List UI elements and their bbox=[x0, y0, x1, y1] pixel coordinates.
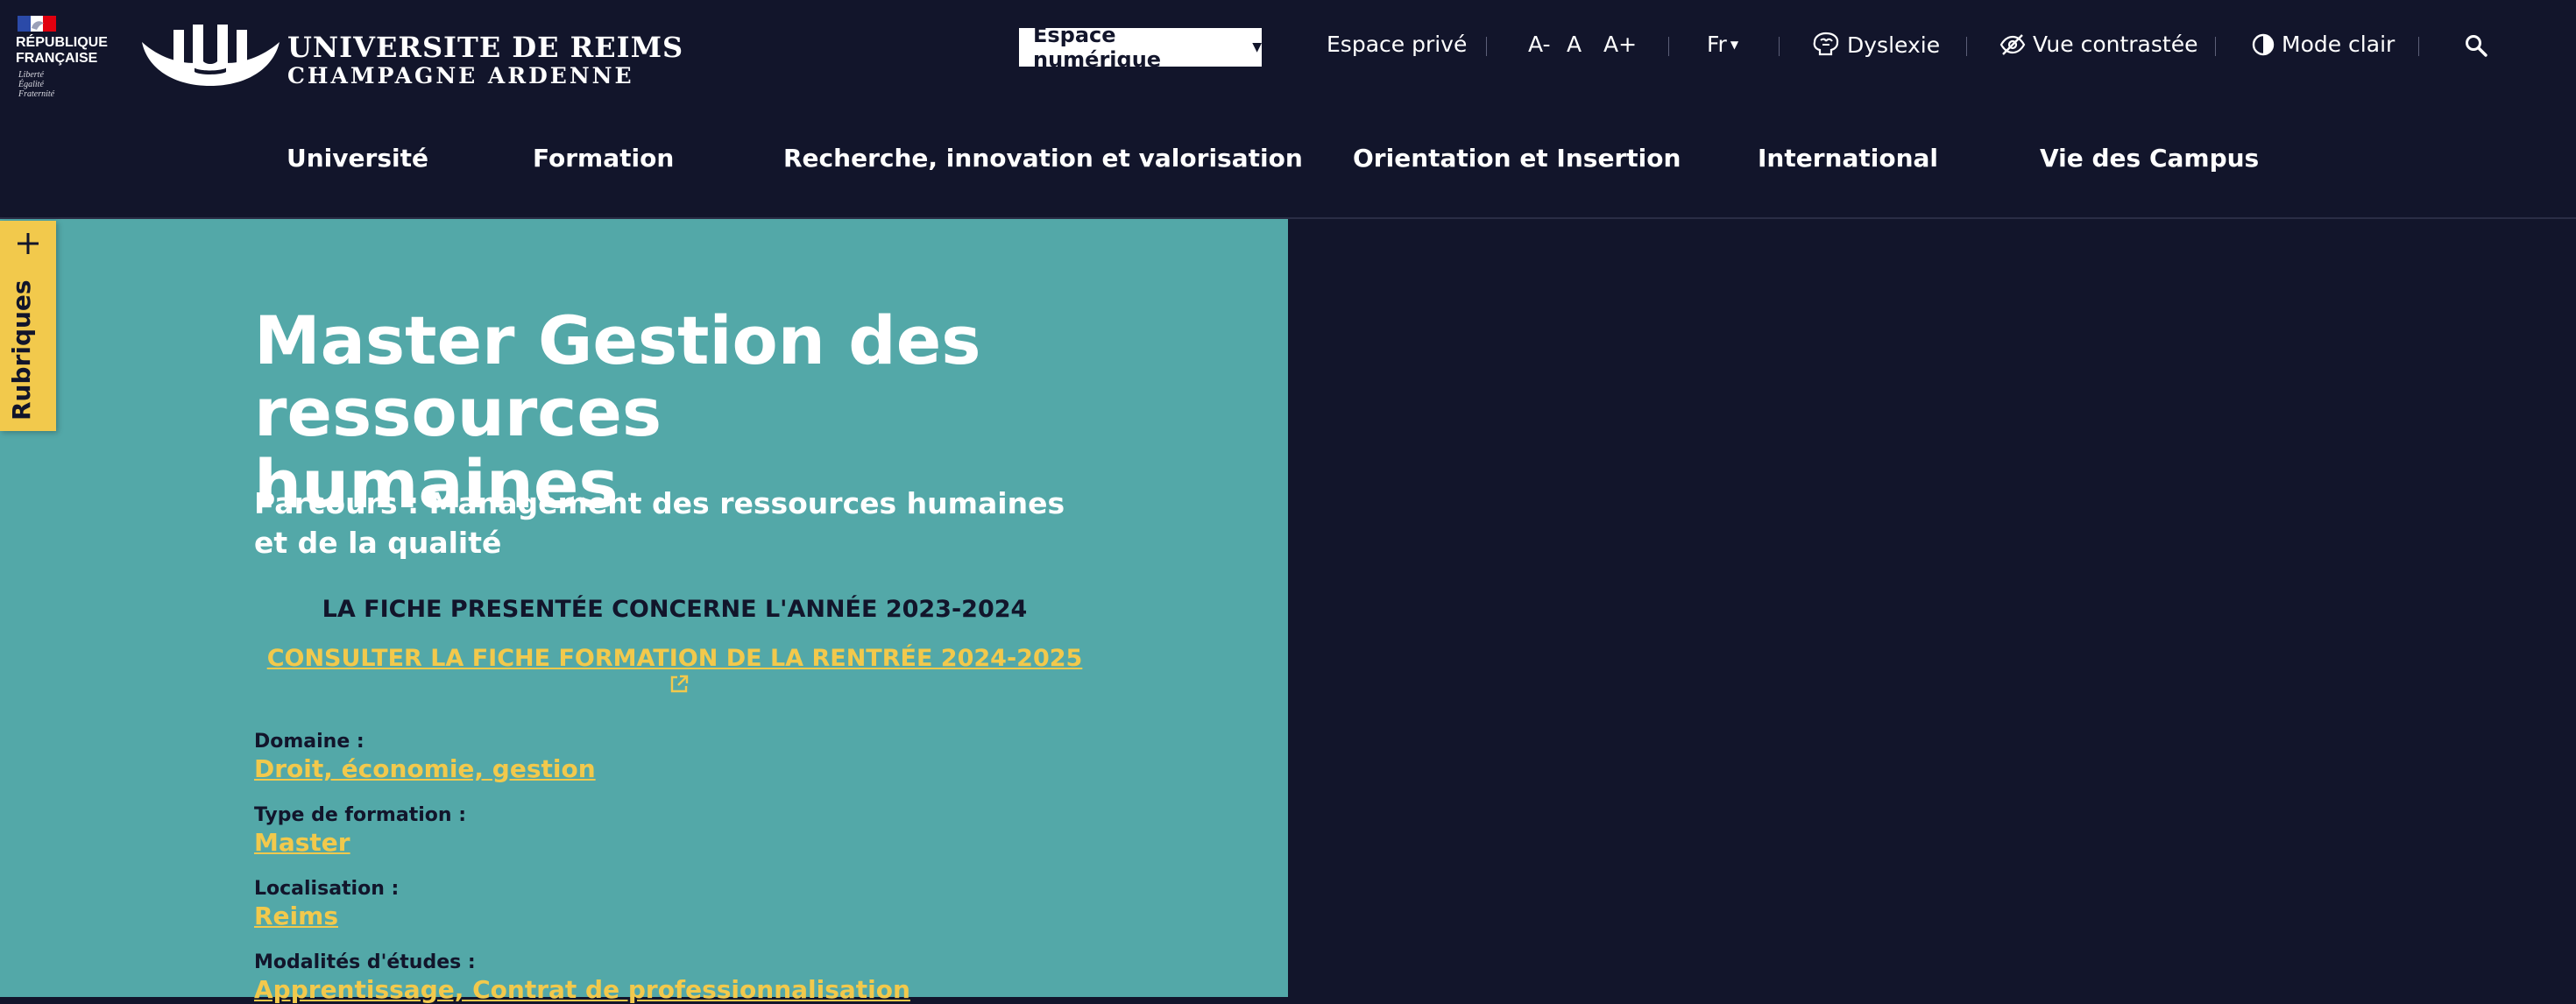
toolbar-divider bbox=[1779, 37, 1780, 56]
chevron-down-icon: ▼ bbox=[1730, 38, 1739, 51]
mode-clair-toggle[interactable]: Mode clair bbox=[2252, 32, 2395, 57]
university-logo-icon[interactable] bbox=[138, 23, 283, 89]
field-label-modalites: Modalités d'études : bbox=[254, 951, 476, 973]
toolbar-divider bbox=[1668, 37, 1669, 56]
vue-contrastee-toggle[interactable]: Vue contrastée bbox=[1999, 32, 2197, 57]
fiche-rentree-link-label: CONSULTER LA FICHE FORMATION DE LA RENTR… bbox=[266, 645, 1083, 672]
dyslexie-label: Dyslexie bbox=[1847, 32, 1941, 58]
nav-item-recherche[interactable]: Recherche, innovation et valorisation bbox=[783, 144, 1303, 173]
field-value-type-formation[interactable]: Master bbox=[254, 828, 350, 857]
chevron-down-icon: ▼ bbox=[1252, 40, 1262, 54]
search-icon bbox=[2466, 35, 2488, 57]
espace-numerique-label: Espace numérique bbox=[1033, 23, 1162, 72]
fiche-year-note: LA FICHE PRESENTÉE CONCERNE L'ANNÉE 2023… bbox=[322, 596, 1028, 623]
toolbar-divider bbox=[2418, 37, 2419, 56]
field-label-domaine: Domaine : bbox=[254, 731, 364, 753]
marianne-flag-icon bbox=[18, 16, 56, 32]
nav-item-orientation[interactable]: Orientation et Insertion bbox=[1353, 144, 1681, 173]
rubriques-tab[interactable]: Rubriques bbox=[0, 221, 56, 431]
field-label-localisation: Localisation : bbox=[254, 878, 400, 900]
language-selector[interactable]: Fr ▼ bbox=[1707, 32, 1738, 57]
university-name[interactable]: UNIVERSITE DE REIMS CHAMPAGNE ARDENNE bbox=[287, 32, 683, 89]
toolbar-divider bbox=[2215, 37, 2216, 56]
nav-item-vie-des-campus[interactable]: Vie des Campus bbox=[2040, 144, 2259, 173]
font-size-decrease-button[interactable]: A- bbox=[1528, 32, 1551, 57]
external-link-icon bbox=[670, 675, 689, 693]
toolbar-divider bbox=[1966, 37, 1967, 56]
font-size-reset-button[interactable]: A bbox=[1567, 32, 1582, 57]
dyslexie-toggle[interactable]: Dyslexie bbox=[1812, 32, 1940, 58]
rubriques-label: Rubriques bbox=[7, 279, 36, 421]
search-button[interactable] bbox=[2464, 33, 2495, 58]
page-subtitle: Parcours : Management des ressources hum… bbox=[254, 486, 1065, 560]
nav-item-universite[interactable]: Université bbox=[287, 144, 428, 173]
vue-contrastee-label: Vue contrastée bbox=[2033, 32, 2198, 57]
mode-clair-label: Mode clair bbox=[2282, 32, 2396, 57]
toolbar-divider bbox=[1486, 37, 1487, 56]
republique-francaise-logo[interactable]: RÉPUBLIQUE FRANÇAISE Liberté Égalité Fra… bbox=[16, 16, 112, 99]
fiche-rentree-link[interactable]: CONSULTER LA FICHE FORMATION DE LA RENTR… bbox=[254, 645, 1095, 699]
espace-prive-link[interactable]: Espace privé bbox=[1327, 32, 1467, 57]
field-label-type-formation: Type de formation : bbox=[254, 804, 466, 826]
plus-icon bbox=[18, 233, 39, 254]
contrast-icon bbox=[2252, 33, 2275, 55]
field-value-modalites[interactable]: Apprentissage, Contrat de professionnali… bbox=[254, 975, 910, 1004]
university-name-line1: UNIVERSITE DE REIMS bbox=[287, 31, 684, 64]
eye-slash-icon bbox=[1999, 33, 2026, 55]
university-name-line2: CHAMPAGNE ARDENNE bbox=[287, 63, 634, 88]
nav-item-international[interactable]: International bbox=[1758, 144, 1938, 173]
espace-numerique-dropdown[interactable]: Espace numérique ▼ bbox=[1019, 23, 1262, 72]
field-value-domaine[interactable]: Droit, économie, gestion bbox=[254, 754, 596, 783]
republique-motto: Liberté Égalité Fraternité bbox=[18, 70, 55, 99]
font-size-increase-button[interactable]: A+ bbox=[1603, 32, 1637, 57]
republique-name: RÉPUBLIQUE FRANÇAISE bbox=[16, 35, 108, 66]
nav-item-formation[interactable]: Formation bbox=[533, 144, 674, 173]
field-value-localisation[interactable]: Reims bbox=[254, 901, 338, 930]
site-header: RÉPUBLIQUE FRANÇAISE Liberté Égalité Fra… bbox=[0, 0, 2576, 219]
language-label: Fr bbox=[1707, 32, 1727, 57]
brain-icon bbox=[1813, 32, 1839, 56]
